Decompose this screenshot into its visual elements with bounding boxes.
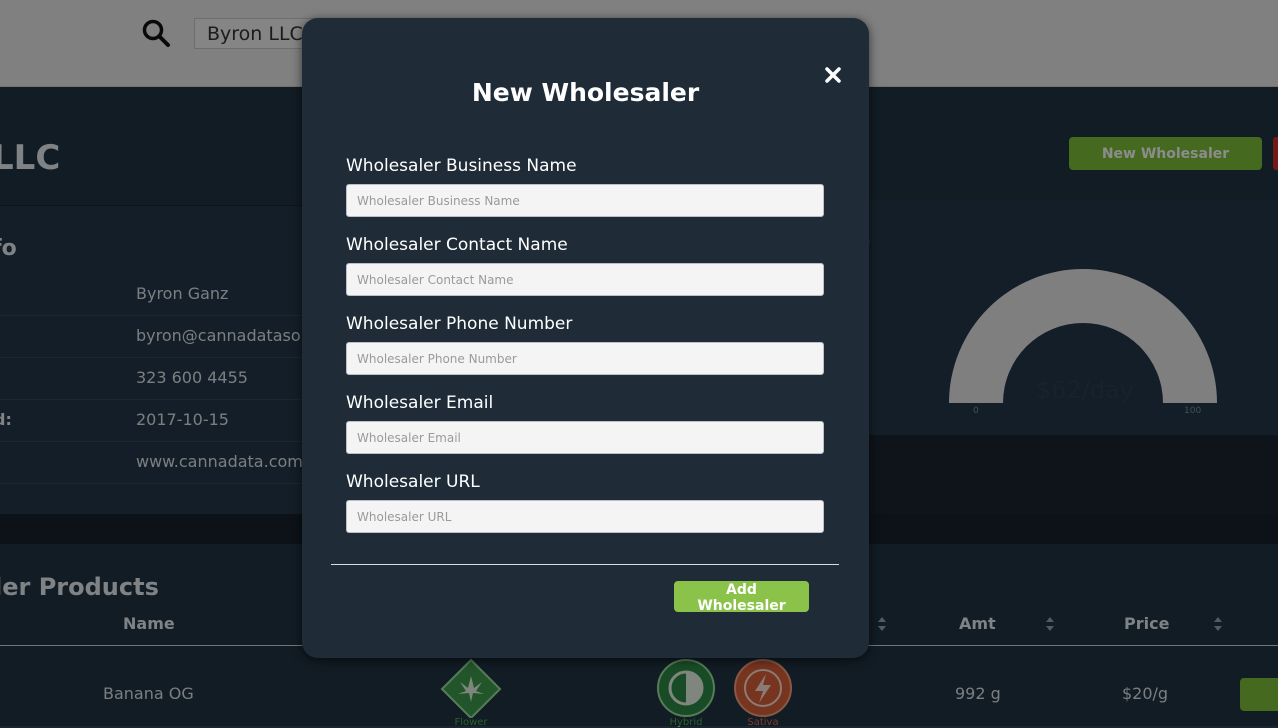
email-input[interactable] [346, 421, 824, 454]
modal-divider [331, 564, 839, 565]
business-name-input[interactable] [346, 184, 824, 217]
modal-title: New Wholesaler [471, 78, 700, 107]
phone-number-label: Wholesaler Phone Number [346, 314, 573, 334]
close-icon[interactable] [822, 64, 844, 86]
contact-name-input[interactable] [346, 263, 824, 296]
phone-number-input[interactable] [346, 342, 824, 375]
add-wholesaler-button[interactable]: Add Wholesaler [674, 581, 809, 614]
url-label: Wholesaler URL [346, 472, 480, 492]
url-input[interactable] [346, 500, 824, 533]
business-name-label: Wholesaler Business Name [346, 156, 577, 176]
email-label: Wholesaler Email [346, 393, 494, 413]
contact-name-label: Wholesaler Contact Name [346, 235, 568, 255]
new-wholesaler-modal: New Wholesaler Wholesaler Business Name … [302, 18, 869, 658]
